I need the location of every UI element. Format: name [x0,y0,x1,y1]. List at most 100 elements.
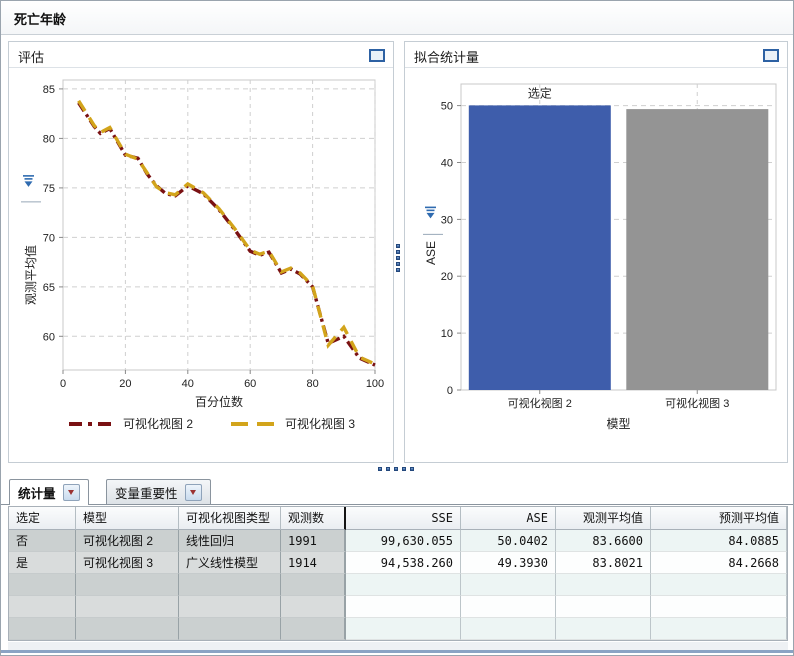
table-cell[interactable]: 84.0885 [651,530,787,552]
table-cell[interactable] [461,574,556,596]
x-tick-label: 80 [306,378,318,390]
column-header[interactable]: 选定 [9,507,76,530]
x-axis-title: 模型 [606,417,630,431]
column-header[interactable]: 可视化视图类型 [179,507,281,530]
table-cell[interactable]: 1991 [281,530,346,552]
table-cell[interactable]: 84.2668 [651,552,787,574]
chevron-down-icon[interactable] [62,484,80,501]
column-header[interactable]: 预测平均值 [651,507,787,530]
table-cell[interactable] [556,574,651,596]
bar-2[interactable] [626,109,769,390]
x-tick-label: 0 [60,378,66,390]
column-header[interactable]: 模型 [76,507,179,530]
table-cell[interactable]: 可视化视图 3 [76,552,179,574]
table-cell[interactable] [9,574,76,596]
table-cell[interactable] [281,618,346,640]
statistics-table: 选定 模型 可视化视图类型 观测数 SSE ASE 观测平均值 预测平均值否可视化视图 2 线性… [8,506,788,641]
table-cell[interactable] [651,618,787,640]
x-axis-title: 百分位数 [195,394,243,409]
fit-statistics-bar-chart[interactable]: 0 10 20 30 40 50 可视化视图 2 可视化视图 3 选定 模型 ASE [405,68,787,462]
filter-icon[interactable] [425,206,436,219]
table-cell[interactable] [76,596,179,618]
maximize-icon[interactable] [369,49,385,62]
x-tick-label: 60 [244,378,256,390]
bar-chart-svg: 0 10 20 30 40 50 可视化视图 2 可视化视图 3 选定模型 ASE [423,83,777,431]
table-cell[interactable]: 83.8021 [556,552,651,574]
column-header[interactable]: 观测数 [281,507,346,530]
panel-title: 拟合统计量 [414,50,480,65]
x-tick-label: 100 [366,378,384,390]
y-tick-label: 85 [43,84,55,96]
table-cell[interactable] [76,574,179,596]
tab-statistics-label: 统计量 [18,487,56,501]
x-tick-label: 20 [119,378,131,390]
panel-title: 评估 [18,50,45,65]
window-title-bar: 死亡年龄 [1,1,793,35]
chevron-down-icon[interactable] [184,483,202,501]
column-header[interactable]: SSE [346,507,461,530]
plot-area [62,79,376,371]
tab-variable-importance-label: 变量重要性 [115,486,178,501]
table-row[interactable]: 否可视化视图 2 线性回归 1991 99,630.055 50.0402 83.6600… [9,530,787,552]
column-header[interactable]: ASE [461,507,556,530]
table-cell[interactable] [9,618,76,640]
window-bottom-edge [1,650,793,653]
table-row[interactable] [9,574,787,596]
table-cell[interactable] [461,596,556,618]
legend-label-1: 可视化视图 2 [123,416,193,431]
table-cell[interactable]: 1914 [281,552,346,574]
table-row[interactable] [9,618,787,640]
page-title: 死亡年龄 [14,12,67,27]
x-tick-label: 40 [182,378,194,390]
column-header[interactable]: 观测平均值 [556,507,651,530]
table-cell[interactable] [346,596,461,618]
filter-icon[interactable] [23,175,34,187]
table-cell[interactable]: 广义线性模型 [179,552,281,574]
table-row[interactable] [9,596,787,618]
legend-label-2: 可视化视图 3 [285,416,355,431]
table-cell[interactable]: 99,630.055 [346,530,461,552]
y-tick-label: 10 [441,328,453,340]
table-cell[interactable] [281,574,346,596]
y-tick-label: 40 [441,158,453,170]
y-axis-title: 观测平均值 [23,245,38,305]
table-cell[interactable]: 是 [9,552,76,574]
table-row[interactable]: 是可视化视图 3 广义线性模型 1914 94,538.260 49.3930 83.80… [9,552,787,574]
table-cell[interactable] [651,596,787,618]
table-cell[interactable]: 83.6600 [556,530,651,552]
table-cell[interactable] [556,618,651,640]
horizontal-splitter-handle[interactable] [378,467,414,473]
assessment-line-chart[interactable]: 60 65 70 75 80 85 0 20 40 60 80 100 百分位数 观测平均值 可视化视图 2… [9,68,393,462]
table-cell[interactable] [179,574,281,596]
table-cell[interactable] [9,596,76,618]
y-tick-label: 50 [441,101,453,113]
y-tick-label: 30 [441,214,453,226]
table-header-row: 选定 模型 可视化视图类型 观测数 SSE ASE 观测平均值 预测平均值 [9,507,787,530]
bar-1[interactable] [468,105,611,391]
maximize-icon[interactable] [763,49,779,62]
y-axis-title: ASE [424,241,438,265]
table-cell[interactable]: 可视化视图 2 [76,530,179,552]
vertical-splitter-handle[interactable] [396,244,402,272]
table-cell[interactable] [651,574,787,596]
table-cell[interactable] [461,618,556,640]
table-cell[interactable] [556,596,651,618]
table-cell[interactable] [281,596,346,618]
table-cell[interactable]: 49.3930 [461,552,556,574]
table-cell[interactable] [346,574,461,596]
table-cell[interactable] [179,618,281,640]
tab-statistics[interactable]: 统计量 [9,479,89,505]
bottom-scrollbar-track[interactable] [8,642,788,650]
table-cell[interactable] [346,618,461,640]
y-tick-label: 65 [43,282,55,294]
table-cell[interactable]: 50.0402 [461,530,556,552]
table-cell[interactable]: 94,538.260 [346,552,461,574]
table-cell[interactable]: 否 [9,530,76,552]
y-tick-label: 80 [43,133,55,145]
panel-fit-statistics-header: 拟合统计量 [405,42,787,68]
tab-variable-importance[interactable]: 变量重要性 [106,479,211,504]
table-cell[interactable]: 线性回归 [179,530,281,552]
table-cell[interactable] [76,618,179,640]
application-window: 死亡年龄 评估 60 65 70 75 80 85 0 20 40 60 80 100 百分位数 观测平均… [0,0,794,656]
table-cell[interactable] [179,596,281,618]
